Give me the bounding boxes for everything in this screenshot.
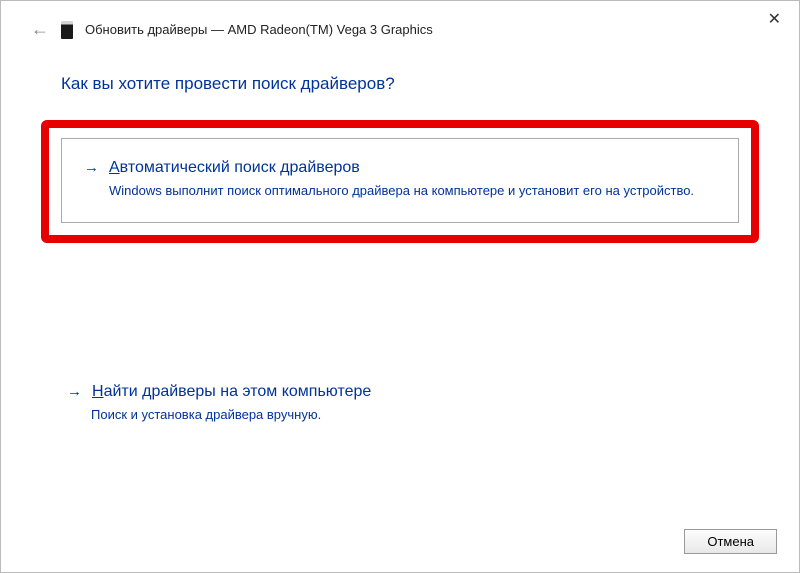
cancel-button[interactable]: Отмена xyxy=(684,529,777,554)
window-title: Обновить драйверы — AMD Radeon(TM) Vega … xyxy=(85,22,433,37)
update-drivers-window: ✕ ← Обновить драйверы — AMD Radeon(TM) V… xyxy=(0,0,800,573)
option-manual-description: Поиск и установка драйвера вручную. xyxy=(91,407,759,422)
arrow-right-icon: → xyxy=(84,159,99,176)
option-auto-description: Windows выполнит поиск оптимального драй… xyxy=(109,183,716,198)
footer: Отмена xyxy=(684,529,777,554)
options-area: → Автоматический поиск драйверов Windows… xyxy=(1,120,799,422)
arrow-right-icon: → xyxy=(67,383,82,400)
close-icon[interactable]: ✕ xyxy=(768,9,781,29)
page-heading: Как вы хотите провести поиск драйверов? xyxy=(1,40,799,94)
back-arrow-icon[interactable]: ← xyxy=(31,19,49,40)
option-manual-search[interactable]: → Найти драйверы на этом компьютере Поис… xyxy=(41,383,759,422)
device-icon xyxy=(61,21,73,39)
highlight-border: → Автоматический поиск драйверов Windows… xyxy=(41,120,759,243)
window-header: ← Обновить драйверы — AMD Radeon(TM) Veg… xyxy=(1,1,799,40)
option-auto-title: Автоматический поиск драйверов xyxy=(109,159,360,177)
option-auto-search[interactable]: → Автоматический поиск драйверов Windows… xyxy=(61,138,739,223)
option-manual-title: Найти драйверы на этом компьютере xyxy=(92,383,371,401)
